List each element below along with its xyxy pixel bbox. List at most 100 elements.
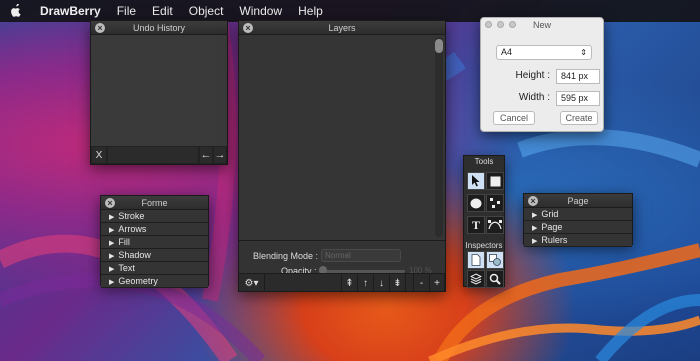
move-layer-top-button[interactable]: ⇞ xyxy=(342,274,358,292)
undo-back-button[interactable]: ← xyxy=(199,146,213,164)
layers-panel: × Layers Blending Mode : Normal Opacity … xyxy=(238,20,446,292)
forme-item-label: Text xyxy=(118,263,135,273)
forme-titlebar[interactable]: × Forme xyxy=(101,196,208,210)
close-window-button[interactable] xyxy=(485,21,492,28)
cancel-button[interactable]: Cancel xyxy=(493,111,535,125)
bezier-icon xyxy=(488,220,502,230)
new-document-window: New A4 ⇕ Height : 841 px Width : 595 px … xyxy=(480,17,604,132)
forme-item-shadow[interactable]: ▶ Shadow xyxy=(101,249,208,262)
forme-item-stroke[interactable]: ▶ Stroke xyxy=(101,210,208,223)
forme-item-label: Arrows xyxy=(118,224,147,234)
panel-title: Layers xyxy=(328,23,356,33)
menu-help[interactable]: Help xyxy=(298,4,323,18)
document-inspector-button[interactable] xyxy=(467,251,485,269)
remove-layer-button[interactable]: - xyxy=(414,274,430,292)
page-panel: × Page ▶ Grid ▶ Page ▶ Rulers xyxy=(523,193,633,247)
height-field[interactable]: 841 px xyxy=(556,69,600,84)
nodes-tool-button[interactable] xyxy=(486,194,504,212)
menu-window[interactable]: Window xyxy=(239,4,282,18)
object-inspector-button[interactable] xyxy=(486,251,504,269)
close-icon[interactable]: × xyxy=(528,196,538,206)
layers-scrollbar[interactable] xyxy=(435,37,443,237)
pointer-icon xyxy=(472,175,480,187)
close-icon[interactable]: × xyxy=(95,23,105,33)
layers-icon xyxy=(470,273,482,285)
gear-menu-button[interactable]: ⚙▾ xyxy=(239,274,265,292)
page-item-label: Rulers xyxy=(541,235,568,245)
close-icon[interactable]: × xyxy=(105,198,115,208)
disclosure-triangle-icon: ▶ xyxy=(532,238,538,245)
text-tool-button[interactable]: T xyxy=(467,216,485,234)
zoom-window-button[interactable] xyxy=(509,21,516,28)
forme-item-fill[interactable]: ▶ Fill xyxy=(101,236,208,249)
layers-list[interactable] xyxy=(239,35,445,241)
toolbar-spacer xyxy=(107,146,199,164)
forme-item-arrows[interactable]: ▶ Arrows xyxy=(101,223,208,236)
page-titlebar[interactable]: × Page xyxy=(524,194,632,208)
rectangle-icon xyxy=(490,176,500,186)
undo-history-list[interactable] xyxy=(91,35,227,146)
gear-icon: ⚙▾ xyxy=(244,277,259,289)
clear-history-button[interactable]: X xyxy=(91,146,107,164)
page-item-label: Page xyxy=(541,222,563,232)
layers-scroll-thumb[interactable] xyxy=(435,39,443,53)
chevron-updown-icon: ⇕ xyxy=(580,48,587,57)
menu-object[interactable]: Object xyxy=(189,4,224,18)
document-icon xyxy=(471,254,481,266)
minimize-window-button[interactable] xyxy=(497,21,504,28)
layer-name-field[interactable] xyxy=(265,274,342,292)
add-layer-button[interactable]: + xyxy=(430,274,445,292)
menu-app-name[interactable]: DrawBerry xyxy=(40,4,101,18)
move-layer-bottom-button[interactable]: ⇟ xyxy=(390,274,406,292)
window-title: New xyxy=(532,20,551,30)
bezier-tool-button[interactable] xyxy=(486,216,504,234)
disclosure-triangle-icon: ▶ xyxy=(109,279,115,286)
forme-item-label: Geometry xyxy=(118,276,158,286)
undo-history-panel: × Undo History X ← → xyxy=(90,20,228,165)
oval-tool-button[interactable] xyxy=(467,194,485,212)
panel-title: Page xyxy=(567,196,589,206)
paper-format-value: A4 xyxy=(501,47,513,57)
menu-edit[interactable]: Edit xyxy=(152,4,173,18)
zoom-icon xyxy=(489,273,501,285)
menu-file[interactable]: File xyxy=(117,4,136,18)
page-item-grid[interactable]: ▶ Grid xyxy=(524,208,632,221)
new-document-titlebar[interactable]: New xyxy=(481,18,603,32)
undo-forward-button[interactable]: → xyxy=(213,146,227,164)
paper-format-select[interactable]: A4 ⇕ xyxy=(496,45,592,60)
forme-panel: × Forme ▶ Stroke ▶ Arrows ▶ Fill ▶ Shadow ▶ T… xyxy=(100,195,209,288)
move-layer-down-button[interactable]: ↓ xyxy=(374,274,390,292)
height-label: Height : xyxy=(515,70,550,81)
forme-item-label: Shadow xyxy=(118,250,151,260)
panel-title: Undo History xyxy=(132,23,186,33)
forme-item-label: Stroke xyxy=(118,211,145,221)
layers-toolbar: ⚙▾ ⇞ ↑ ↓ ⇟ - + xyxy=(239,273,445,292)
page-item-page[interactable]: ▶ Page xyxy=(524,221,632,234)
page-item-rulers[interactable]: ▶ Rulers xyxy=(524,234,632,247)
layers-inspector-button[interactable] xyxy=(467,270,485,288)
toolbar-spacer xyxy=(406,274,414,292)
close-icon[interactable]: × xyxy=(243,23,253,33)
forme-item-text[interactable]: ▶ Text xyxy=(101,262,208,275)
forme-item-geometry[interactable]: ▶ Geometry xyxy=(101,275,208,288)
object-inspector-icon xyxy=(489,254,501,266)
pointer-tool-button[interactable] xyxy=(467,172,485,190)
tools-panel: Tools T Inspectors xyxy=(463,155,505,288)
move-layer-up-button[interactable]: ↑ xyxy=(358,274,374,292)
layers-titlebar[interactable]: × Layers xyxy=(239,21,445,35)
rectangle-tool-button[interactable] xyxy=(486,172,504,190)
text-icon: T xyxy=(471,217,480,232)
nodes-icon xyxy=(490,198,500,208)
zoom-inspector-button[interactable] xyxy=(486,270,504,288)
panel-title: Forme xyxy=(141,198,168,208)
create-button[interactable]: Create xyxy=(560,111,598,125)
undo-history-titlebar[interactable]: × Undo History xyxy=(91,21,227,35)
apple-menu-icon[interactable] xyxy=(10,4,22,18)
width-field[interactable]: 595 px xyxy=(556,91,600,106)
forme-item-label: Fill xyxy=(118,237,130,247)
undo-history-toolbar: X ← → xyxy=(91,146,227,164)
oval-icon xyxy=(470,198,482,208)
blending-mode-label: Blending Mode : xyxy=(253,251,319,261)
inspectors-title: Inspectors xyxy=(465,241,503,250)
blending-mode-select[interactable]: Normal xyxy=(321,249,401,262)
